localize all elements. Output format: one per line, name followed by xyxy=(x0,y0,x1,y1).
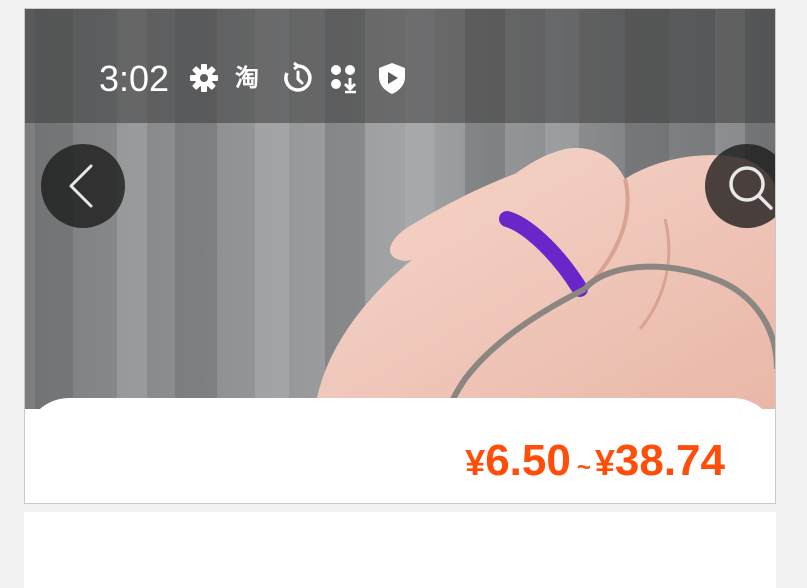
play-shield-icon xyxy=(375,61,409,95)
download-icon xyxy=(327,61,361,95)
price-min: 6.50 xyxy=(485,436,571,485)
back-button[interactable] xyxy=(41,144,125,228)
status-bar: 3:02 淘 xyxy=(25,9,775,123)
gear-icon xyxy=(187,61,221,95)
status-time: 3:02 xyxy=(99,58,170,99)
price-max: 38.74 xyxy=(614,436,725,485)
search-button[interactable] xyxy=(705,144,775,228)
timer-icon xyxy=(281,61,315,95)
price-separator: ~ xyxy=(576,454,591,481)
product-screen: 3:02 淘 ¥6.50 ~ ¥38.74 xyxy=(24,8,776,504)
product-info-sheet: ¥6.50 ~ ¥38.74 xyxy=(25,398,775,503)
price-currency-max: ¥ xyxy=(594,442,615,483)
price-currency: ¥ xyxy=(465,442,486,483)
price-range: ¥6.50 ~ ¥38.74 xyxy=(465,436,725,486)
taobao-icon: 淘 xyxy=(235,64,259,92)
chevron-left-icon xyxy=(69,164,93,208)
next-card xyxy=(24,512,776,588)
search-icon xyxy=(729,166,773,210)
product-image[interactable]: 3:02 淘 xyxy=(25,9,775,409)
